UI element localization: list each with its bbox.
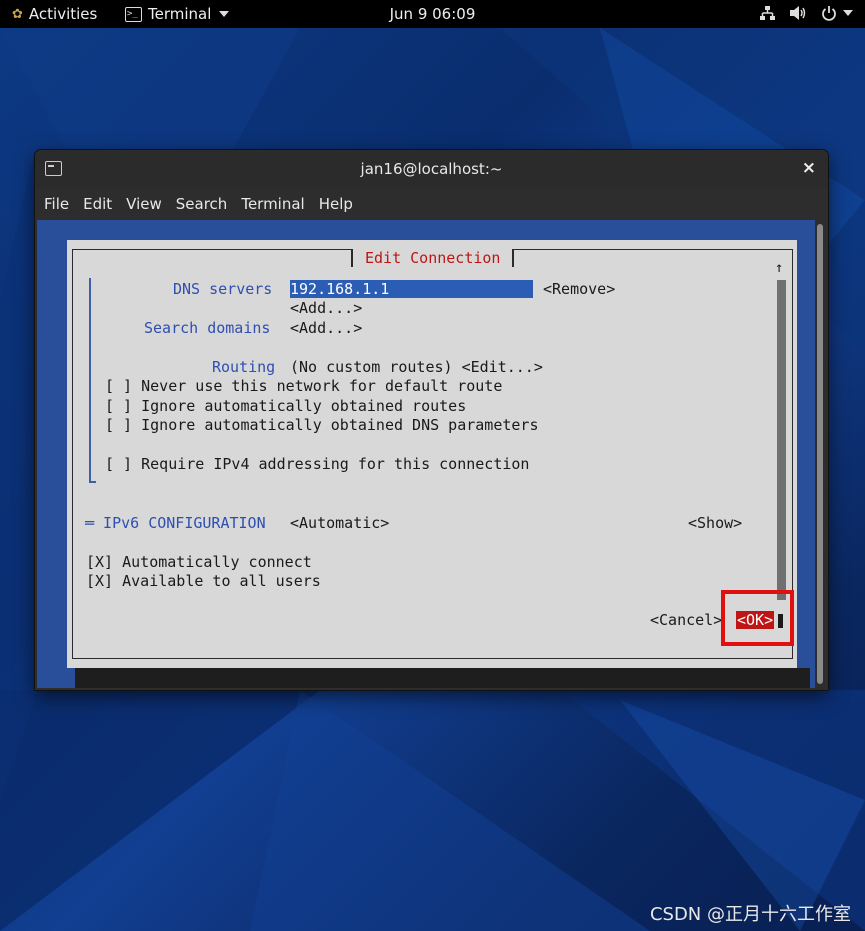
terminal-area[interactable]: Edit Connection ↑ DNS servers 192.168.1.… <box>37 220 815 688</box>
power-icon <box>822 6 836 21</box>
menu-bar: File Edit View Search Terminal Help <box>35 188 828 220</box>
terminal-window: jan16@localhost:~ × File Edit View Searc… <box>35 150 828 690</box>
cancel-button[interactable]: <Cancel> <box>650 611 722 629</box>
terminal-shadow-strip <box>75 668 810 688</box>
search-domains-label: Search domains <box>144 319 271 337</box>
menu-search[interactable]: Search <box>176 195 228 213</box>
window-titlebar[interactable]: jan16@localhost:~ × <box>35 150 828 188</box>
dialog-title: Edit Connection <box>351 249 515 267</box>
ipv4-section-bracket-end <box>89 481 96 483</box>
add-search-domain-button[interactable]: <Add...> <box>290 319 362 337</box>
checkbox-all-users[interactable]: [X] Available to all users <box>86 572 321 590</box>
dialog-scrollbar[interactable] <box>777 280 786 600</box>
terminal-scrollbar[interactable] <box>815 220 826 688</box>
gnome-foot-icon: ✿ <box>12 6 23 22</box>
ipv6-configuration-label: ═ IPv6 CONFIGURATION <box>85 514 266 532</box>
volume-icon <box>790 6 806 20</box>
dialog-frame: Edit Connection <box>72 249 793 659</box>
top-bar: ✿ Activities >_ Terminal Jun 9 06:09 <box>0 0 865 28</box>
routing-label: Routing <box>212 358 276 376</box>
menu-edit[interactable]: Edit <box>83 195 112 213</box>
chevron-down-icon <box>843 10 853 16</box>
routing-edit-button[interactable]: (No custom routes) <Edit...> <box>290 358 543 376</box>
remove-dns-button[interactable]: <Remove> <box>543 280 615 298</box>
checkbox-ignore-routes[interactable]: [ ] Ignore automatically obtained routes <box>105 397 466 415</box>
close-icon[interactable]: × <box>802 158 816 178</box>
activities-button[interactable]: ✿ Activities <box>12 5 97 23</box>
ipv6-show-button[interactable]: <Show> <box>688 514 742 532</box>
checkbox-never-default-route[interactable]: [ ] Never use this network for default r… <box>105 377 502 395</box>
ipv6-method-select[interactable]: <Automatic> <box>290 514 389 532</box>
app-menu-terminal[interactable]: >_ Terminal <box>125 5 230 23</box>
checkbox-require-ipv4[interactable]: [ ] Require IPv4 addressing for this con… <box>105 455 529 473</box>
terminal-icon: >_ <box>125 6 142 22</box>
system-tray[interactable] <box>759 5 853 21</box>
checkbox-auto-connect[interactable]: [X] Automatically connect <box>86 553 312 571</box>
menu-file[interactable]: File <box>44 195 69 213</box>
checkbox-ignore-dns[interactable]: [ ] Ignore automatically obtained DNS pa… <box>105 416 538 434</box>
terminal-cursor <box>778 614 783 628</box>
app-menu-label: Terminal <box>148 5 212 23</box>
network-icon <box>760 6 775 20</box>
chevron-down-icon <box>219 11 230 17</box>
menu-help[interactable]: Help <box>319 195 353 213</box>
menu-view[interactable]: View <box>126 195 162 213</box>
edit-connection-dialog: Edit Connection ↑ DNS servers 192.168.1.… <box>67 240 797 668</box>
add-dns-button[interactable]: <Add...> <box>290 299 362 317</box>
menu-terminal[interactable]: Terminal <box>241 195 304 213</box>
scroll-up-arrow-icon[interactable]: ↑ <box>775 260 783 276</box>
dns-server-field[interactable]: 192.168.1.1 <box>290 280 533 298</box>
activities-label: Activities <box>28 5 98 23</box>
terminal-scrollbar-thumb[interactable] <box>817 224 823 684</box>
window-title: jan16@localhost:~ <box>360 160 503 178</box>
ok-button[interactable]: <OK> <box>736 611 775 629</box>
dns-servers-label: DNS servers <box>173 280 273 298</box>
watermark: CSDN @正月十六工作室 <box>649 904 851 925</box>
ipv4-section-bracket <box>89 278 91 483</box>
